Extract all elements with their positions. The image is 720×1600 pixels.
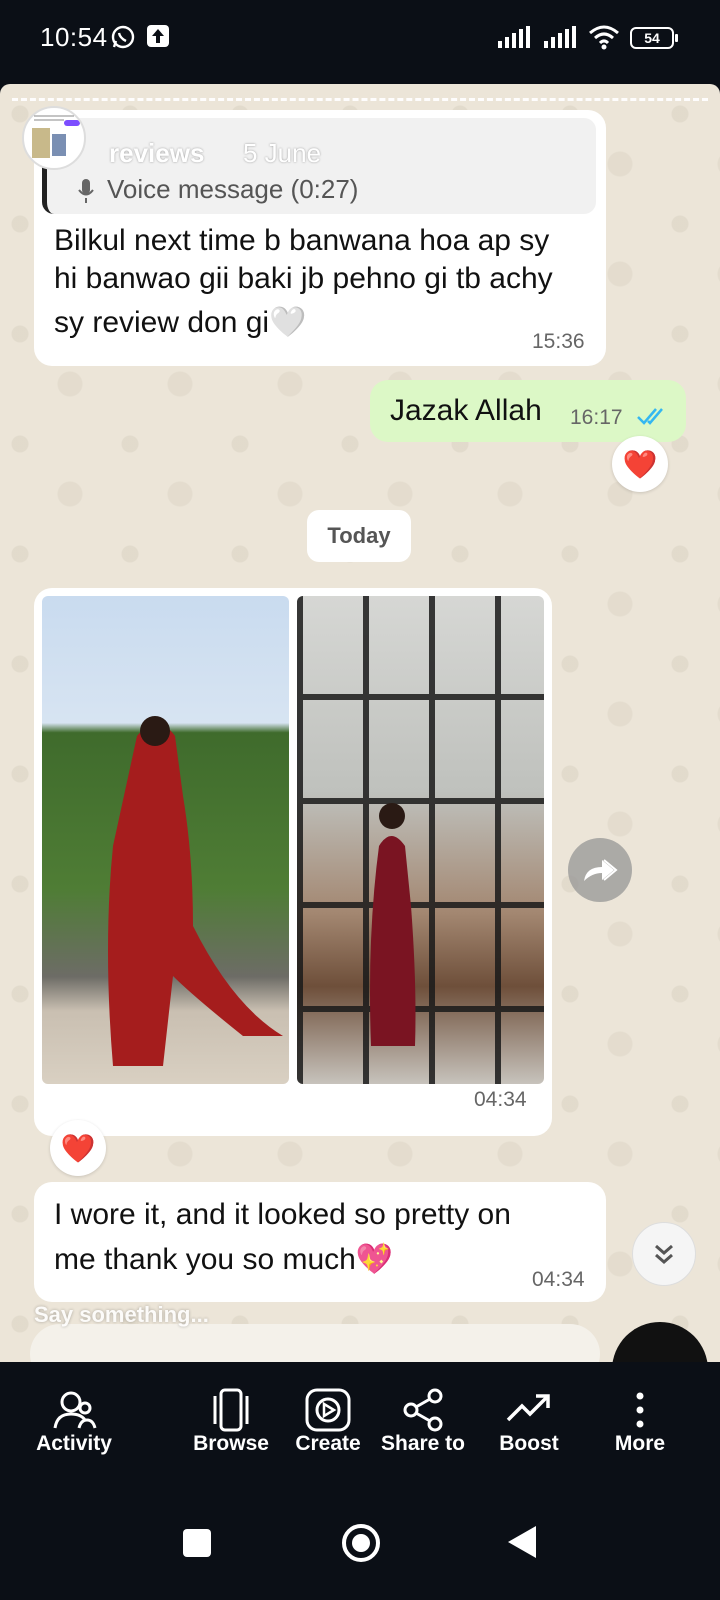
- message-line: I wore it, and it looked so pretty on: [54, 1198, 511, 1231]
- photo-thumbnail[interactable]: [42, 596, 289, 1084]
- share-button[interactable]: Share to: [363, 1362, 483, 1490]
- message-text: Jazak Allah: [390, 394, 542, 427]
- scroll-down-button[interactable]: [632, 1222, 696, 1286]
- status-bar: 10:54 54: [0, 0, 720, 80]
- browse-icon: [213, 1388, 249, 1432]
- chat-input-bar: [30, 1324, 600, 1362]
- story-card[interactable]: reviews 5 June Voice message (0:27) Bilk…: [0, 84, 720, 1362]
- story-action-bar: Activity Browse Create Share to Boost Mo…: [0, 1362, 720, 1490]
- reply-voice-label: Voice message (0:27): [107, 174, 359, 204]
- more-label: More: [614, 1432, 666, 1455]
- forward-button[interactable]: [568, 838, 632, 902]
- date-divider: Today: [307, 510, 411, 562]
- message-time: 04:34: [474, 1088, 527, 1111]
- heart-icon: ❤️: [60, 1132, 96, 1164]
- create-icon: [305, 1388, 351, 1432]
- more-icon: [636, 1392, 644, 1428]
- system-nav-bar: [0, 1490, 720, 1600]
- battery-icon: 54: [630, 27, 678, 49]
- read-ticks-icon: [636, 406, 670, 431]
- wifi-icon: [588, 24, 620, 55]
- whatsapp-icon: [110, 24, 136, 55]
- message-line: hi banwao gii baki jb pehno gi tb achy: [54, 262, 553, 295]
- chevron-double-down-icon: [655, 1244, 673, 1264]
- share-label: Share to: [380, 1432, 466, 1455]
- outgoing-message-bubble[interactable]: Jazak Allah 16:17: [370, 380, 686, 442]
- triangle-back-icon: [508, 1526, 536, 1558]
- message-line: me thank you so much💖: [54, 1243, 394, 1276]
- reply-date: 5 June: [243, 138, 322, 168]
- message-time: 16:17: [570, 406, 623, 429]
- status-time: 10:54: [40, 22, 108, 52]
- message-text: I wore it, and it looked so pretty on me…: [54, 1192, 511, 1282]
- home-button[interactable]: [340, 1522, 382, 1569]
- upload-icon: [146, 24, 170, 53]
- boost-button[interactable]: Boost: [469, 1362, 589, 1490]
- share-icon: [403, 1388, 443, 1432]
- mic-icon: [77, 178, 95, 209]
- boost-icon: [506, 1394, 550, 1422]
- signal-icon: [498, 26, 532, 53]
- activity-button[interactable]: Activity: [14, 1362, 134, 1490]
- sender-avatar: [22, 106, 86, 170]
- activity-label: Activity: [36, 1432, 112, 1455]
- message-text: Bilkul next time b banwana hoa ap sy hi …: [54, 222, 553, 342]
- message-line: Bilkul next time b banwana hoa ap sy: [54, 224, 550, 257]
- story-progress-bar: [12, 98, 708, 101]
- reply-sender-name: reviews: [109, 138, 205, 168]
- back-button[interactable]: [506, 1524, 538, 1565]
- boost-label: Boost: [499, 1432, 559, 1455]
- heart-reaction[interactable]: ❤️: [612, 436, 668, 492]
- reply-quote[interactable]: reviews 5 June Voice message (0:27): [42, 118, 596, 214]
- message-time: 15:36: [532, 330, 585, 353]
- incoming-message-bubble[interactable]: I wore it, and it looked so pretty on me…: [34, 1182, 606, 1302]
- incoming-message-bubble[interactable]: reviews 5 June Voice message (0:27) Bilk…: [22, 106, 606, 366]
- recents-button[interactable]: [182, 1528, 212, 1563]
- circle-icon: [342, 1524, 380, 1562]
- signal-icon: [544, 26, 578, 53]
- forward-icon: [584, 859, 618, 881]
- activity-icon: [53, 1391, 97, 1429]
- story-reply-placeholder[interactable]: Say something...: [34, 1302, 209, 1328]
- more-button[interactable]: More: [580, 1362, 700, 1490]
- message-line: sy review don gi🤍: [54, 306, 307, 339]
- square-icon: [183, 1529, 211, 1557]
- heart-reaction[interactable]: ❤️: [50, 1120, 106, 1176]
- message-time: 04:34: [532, 1268, 585, 1291]
- heart-icon: ❤️: [622, 448, 658, 480]
- photo-thumbnail[interactable]: [297, 596, 544, 1084]
